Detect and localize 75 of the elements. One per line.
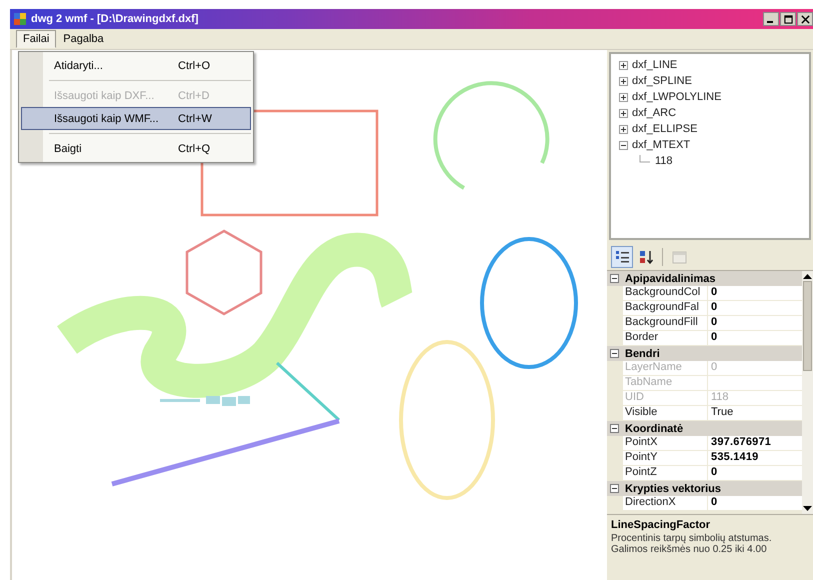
expand-icon[interactable] [619, 60, 628, 70]
maximize-button[interactable] [780, 12, 796, 26]
property-name[interactable]: PointX [623, 436, 708, 450]
expand-icon[interactable] [619, 124, 628, 134]
scroll-down-icon[interactable] [803, 506, 812, 511]
maximize-icon [784, 14, 792, 24]
shortcut-label: Ctrl+Q [178, 142, 210, 154]
categorized-view-icon [614, 249, 630, 265]
property-name[interactable]: BackgroundCol [623, 286, 708, 300]
tree-item[interactable]: dxf_LINE [632, 59, 678, 71]
collapse-icon[interactable] [610, 274, 619, 283]
minimize-button[interactable] [763, 12, 779, 26]
window-title: dwg 2 wmf - [D:\Drawingdxf.dxf] [31, 13, 200, 25]
description-text: Procentinis tarpų simbolių atstumas. [611, 533, 773, 544]
category-label: Bendri [625, 348, 660, 360]
scroll-up-icon[interactable] [803, 274, 812, 279]
menu-entry[interactable]: Baigti Ctrl+Q [21, 137, 251, 160]
expand-icon[interactable] [619, 108, 628, 118]
collapse-icon[interactable] [619, 140, 628, 150]
minimize-icon [767, 21, 773, 23]
tree-item[interactable]: dxf_LWPOLYLINE [632, 91, 722, 103]
close-button[interactable] [797, 12, 813, 26]
shortcut-label: Ctrl+O [178, 60, 210, 72]
property-name[interactable]: PointY [623, 451, 708, 465]
category-label: Krypties vektorius [625, 482, 721, 494]
menu-entry-label: Išsaugoti kaip WMF... [54, 112, 160, 124]
app-icon [13, 12, 27, 26]
property-value[interactable]: 0 [708, 316, 802, 330]
property-value[interactable]: 535.1419 [708, 451, 802, 465]
property-name[interactable]: DirectionX [623, 496, 708, 510]
property-value[interactable]: 0 [708, 466, 802, 480]
menu-entry-label: Baigti [54, 142, 83, 154]
property-name[interactable]: PointZ [623, 466, 708, 480]
expand-icon[interactable] [619, 76, 628, 86]
categorized-view-button[interactable] [611, 246, 633, 268]
category-row[interactable]: Bendri [607, 346, 802, 361]
close-icon [800, 14, 810, 24]
property-value[interactable]: True [708, 406, 802, 420]
property-value[interactable]: 0 [708, 286, 802, 300]
description-text: Galimos reikšmės nuo 0.25 iki 4.00 [611, 544, 768, 555]
shortcut-label: Ctrl+D [178, 90, 210, 102]
property-value[interactable]: 0 [708, 331, 802, 345]
expand-icon[interactable] [619, 92, 628, 102]
property-value[interactable]: 0 [708, 301, 802, 315]
sort-icon [638, 249, 654, 265]
property-pages-icon [671, 249, 687, 265]
shortcut-label: Ctrl+W [178, 112, 212, 124]
category-row[interactable]: Krypties vektorius [607, 481, 802, 496]
property-name[interactable]: Border [623, 331, 708, 345]
menu-entry-label: Atidaryti... [54, 60, 104, 72]
property-value[interactable]: 0 [708, 496, 802, 510]
category-label: Koordinatė [625, 422, 684, 434]
collapse-icon[interactable] [610, 424, 619, 433]
menu-item[interactable]: Pagalba [56, 30, 111, 48]
tree-item[interactable]: dxf_ELLIPSE [632, 123, 698, 135]
category-row[interactable]: Koordinatė [607, 421, 802, 436]
collapse-icon[interactable] [610, 484, 619, 493]
tree-item[interactable]: dxf_SPLINE [632, 75, 692, 87]
menu-entry[interactable]: Atidaryti... Ctrl+O [21, 54, 251, 77]
menu-item[interactable]: Failai [16, 30, 56, 48]
property-name[interactable]: Visible [623, 406, 708, 420]
menu-entry-label: Išsaugoti kaip DXF... [54, 90, 156, 102]
tree-item[interactable]: dxf_MTEXT [632, 139, 690, 151]
menu-entry[interactable]: Išsaugoti kaip WMF... Ctrl+W [21, 107, 251, 130]
description-title: LineSpacingFactor [611, 519, 712, 531]
property-name[interactable]: BackgroundFal [623, 301, 708, 315]
scrollbar[interactable] [802, 271, 813, 514]
tree-item[interactable]: 118 [655, 155, 673, 167]
tree-item[interactable]: dxf_ARC [632, 107, 676, 119]
property-value[interactable]: 397.676971 [708, 436, 802, 450]
category-label: Apipavidalinimas [625, 272, 716, 284]
category-row[interactable]: Apipavidalinimas [607, 271, 802, 286]
scrollbar-thumb[interactable] [803, 281, 812, 371]
property-name[interactable]: BackgroundFill [623, 316, 708, 330]
collapse-icon[interactable] [610, 349, 619, 358]
